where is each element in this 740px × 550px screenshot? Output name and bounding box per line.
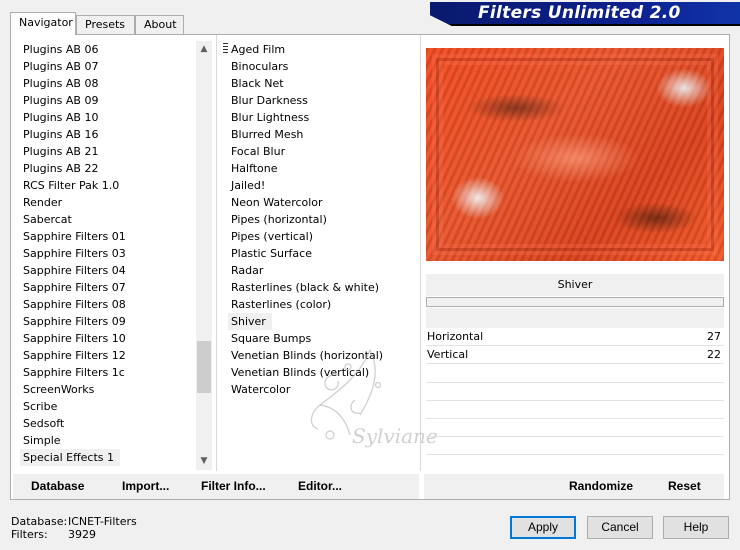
list-item[interactable]: Rasterlines (black & white) [222, 279, 418, 296]
list-item[interactable]: Sapphire Filters 01 [13, 228, 213, 245]
parameter-header-bar [426, 297, 724, 307]
list-item[interactable]: Sapphire Filters 10 [13, 330, 213, 347]
category-list[interactable]: Plugins AB 06 Plugins AB 07 Plugins AB 08 P… [13, 41, 213, 470]
tab-presets[interactable]: Presets [76, 15, 135, 34]
database-button[interactable]: Database [31, 479, 84, 493]
list-item[interactable]: Sapphire Filters 04 [13, 262, 213, 279]
param-row-empty [426, 454, 724, 455]
status-database: Database:ICNET-Filters [11, 515, 137, 528]
list-item[interactable]: RCS Filter Pak 1.0 [13, 177, 213, 194]
status-filters: Filters: 3929 [11, 528, 96, 541]
param-row-horizontal[interactable]: Horizontal 27 [426, 328, 724, 346]
list-item[interactable]: Blur Lightness [222, 109, 418, 126]
tab-about[interactable]: About [135, 15, 184, 34]
category-scrollbar[interactable]: ▲ ▼ [196, 41, 212, 470]
list-item[interactable]: Black Net [222, 75, 418, 92]
watermark-text: Sylviane [352, 424, 438, 448]
list-item[interactable]: Special Effects 1 [20, 449, 121, 466]
list-item[interactable]: Plugins AB 08 [13, 75, 213, 92]
list-item[interactable]: Halftone [222, 160, 418, 177]
param-row-empty [426, 382, 724, 383]
list-item[interactable]: Sapphire Filters 12 [13, 347, 213, 364]
list-item[interactable]: Plugins AB 10 [13, 109, 213, 126]
list-item[interactable]: Pipes (horizontal) [222, 211, 418, 228]
help-button[interactable]: Help [663, 516, 729, 539]
param-value[interactable]: 27 [707, 328, 721, 346]
list-item[interactable]: Scribe [13, 398, 213, 415]
grip-icon [223, 43, 228, 53]
list-item[interactable]: Plugins AB 22 [13, 160, 213, 177]
list-item[interactable]: Special Effects 2 [13, 466, 213, 470]
apply-button[interactable]: Apply [510, 516, 576, 539]
param-row-vertical[interactable]: Vertical 22 [426, 346, 724, 364]
selected-filter-name: Shiver [426, 274, 724, 296]
list-item[interactable]: Aged Film [222, 41, 418, 58]
settings-toolbar: Randomize Reset [424, 474, 724, 499]
list-item[interactable]: Plugins AB 07 [13, 58, 213, 75]
list-item[interactable]: Sapphire Filters 1c [13, 364, 213, 381]
list-item[interactable]: Shiver [228, 313, 272, 330]
preview-image [426, 48, 724, 261]
param-label: Horizontal [427, 330, 484, 343]
list-item[interactable]: Sedsoft [13, 415, 213, 432]
param-row-empty [426, 400, 724, 401]
list-item[interactable]: Jailed! [222, 177, 418, 194]
editor-button[interactable]: Editor... [298, 479, 342, 493]
list-item[interactable]: Sapphire Filters 07 [13, 279, 213, 296]
param-row-empty [426, 436, 724, 437]
list-item[interactable]: Binoculars [222, 58, 418, 75]
list-item[interactable]: Radar [222, 262, 418, 279]
tab-navigator[interactable]: Navigator [10, 12, 76, 35]
list-item[interactable]: Rasterlines (color) [222, 296, 418, 313]
filter-info-button[interactable]: Filter Info... [201, 479, 266, 493]
scroll-down-arrow-icon[interactable]: ▼ [196, 453, 212, 470]
parameter-gap [426, 308, 724, 328]
status-value: ICNET-Filters [68, 515, 137, 528]
reset-button[interactable]: Reset [668, 479, 701, 493]
list-item[interactable]: Blur Darkness [222, 92, 418, 109]
list-item[interactable]: Plugins AB 06 [13, 41, 213, 58]
list-item[interactable]: Sapphire Filters 03 [13, 245, 213, 262]
status-label: Filters: [11, 528, 48, 541]
randomize-button[interactable]: Randomize [569, 479, 633, 493]
list-item[interactable]: Blurred Mesh [222, 126, 418, 143]
navigator-toolbar: Database Import... Filter Info... Editor… [13, 474, 419, 499]
list-item[interactable]: Plastic Surface [222, 245, 418, 262]
status-value: 3929 [68, 528, 96, 541]
list-divider [216, 35, 217, 471]
list-item[interactable]: Sapphire Filters 08 [13, 296, 213, 313]
list-item[interactable]: Neon Watercolor [222, 194, 418, 211]
scroll-up-arrow-icon[interactable]: ▲ [196, 41, 212, 58]
cancel-button[interactable]: Cancel [587, 516, 653, 539]
list-item[interactable]: ScreenWorks [13, 381, 213, 398]
list-item[interactable]: Focal Blur [222, 143, 418, 160]
list-item[interactable]: Sapphire Filters 09 [13, 313, 213, 330]
param-value[interactable]: 22 [707, 346, 721, 364]
list-item[interactable]: Simple [13, 432, 213, 449]
list-item[interactable]: Plugins AB 16 [13, 126, 213, 143]
scroll-thumb[interactable] [197, 341, 211, 393]
list-item[interactable]: Plugins AB 21 [13, 143, 213, 160]
list-item[interactable]: Sabercat [13, 211, 213, 228]
list-item[interactable]: Render [13, 194, 213, 211]
status-label: Database: [11, 515, 68, 528]
param-label: Vertical [427, 348, 469, 361]
list-item[interactable]: Plugins AB 09 [13, 92, 213, 109]
import-button[interactable]: Import... [122, 479, 169, 493]
param-row-empty [426, 418, 724, 419]
app-title: Filters Unlimited 2.0 [478, 3, 681, 23]
list-item[interactable]: Pipes (vertical) [222, 228, 418, 245]
title-banner: Filters Unlimited 2.0 [430, 2, 740, 26]
